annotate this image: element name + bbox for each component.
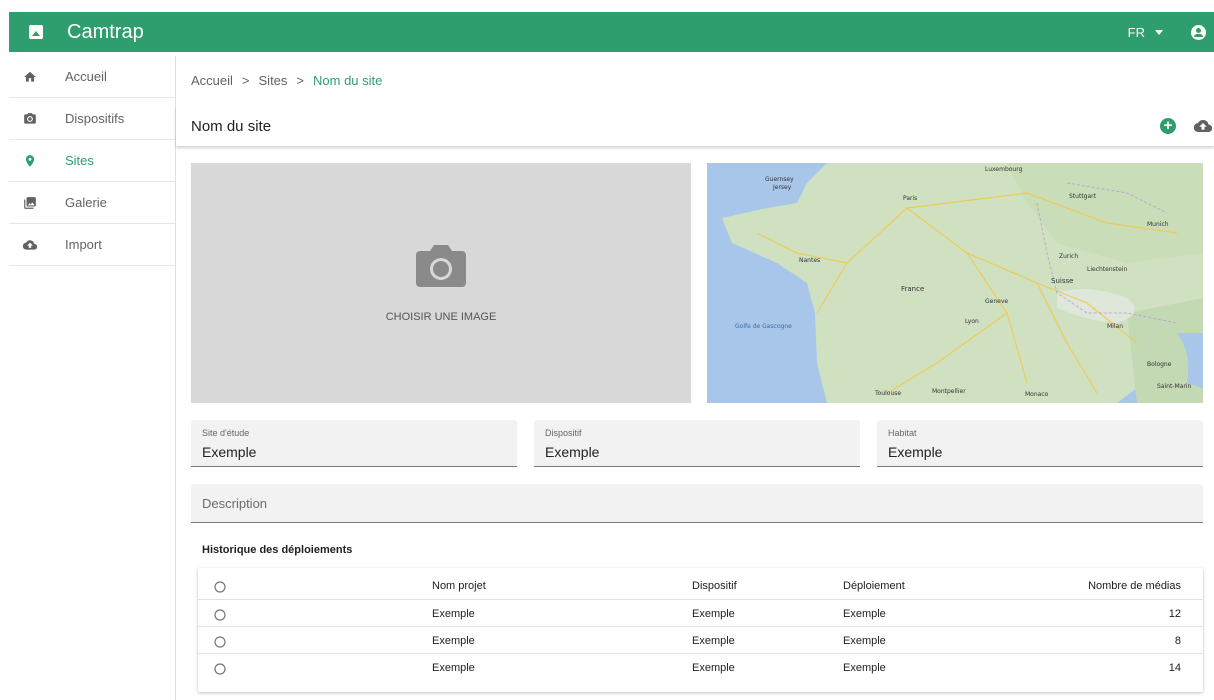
map-label: Suisse [1051,277,1073,285]
cloud-upload-icon [1194,120,1212,133]
account-icon[interactable] [1191,24,1206,40]
habitat-field[interactable]: Habitat Exemple [877,420,1203,467]
column-header[interactable]: Nom projet [432,580,486,592]
site-field-value: Exemple [202,444,257,460]
page-title: Nom du site [191,117,272,135]
page-title-bar: Nom du site + [176,106,1214,146]
language-label: FR [1127,24,1145,40]
breadcrumb-item-sites[interactable]: Sites [259,73,288,88]
map-label: Guernsey [765,176,794,183]
add-button[interactable]: + [1160,118,1176,134]
map-label: Geneve [985,298,1008,305]
map-label: Liechtenstein [1087,266,1127,273]
sidebar-item-dispositifs[interactable]: Dispositifs [9,98,175,140]
device-field[interactable]: Dispositif Exemple [534,420,860,467]
map-label: Montpellier [932,388,966,395]
device-field-label: Dispositif [545,428,582,438]
map-label: Saint-Marin [1157,383,1191,390]
camera-icon [23,112,37,126]
site-field[interactable]: Site d'étude Exemple [191,420,517,467]
cell-deployment: Exemple [843,635,886,647]
map-label: Paris [903,195,917,202]
gallery-icon [23,196,37,210]
cloud-upload-icon [23,238,37,252]
cell-deployment: Exemple [843,608,886,620]
cell-device: Exemple [692,608,735,620]
map-label: Milan [1107,323,1123,330]
cell-device: Exemple [692,635,735,647]
map-label: Toulouse [874,390,901,397]
sidebar-item-label: Accueil [65,69,107,84]
description-field[interactable]: Description [191,484,1203,523]
map-label: Luxembourg [985,166,1023,173]
breadcrumb-item-current: Nom du site [313,73,383,88]
map-label: Zurich [1059,253,1078,260]
map-canvas: Luxembourg Guernsey Jersey Paris Stuttga… [707,163,1203,403]
sidebar-item-sites[interactable]: Sites [9,140,175,182]
table-row[interactable]: Exemple Exemple Exemple 8 [198,626,1203,654]
radio-icon[interactable] [213,608,227,625]
sidebar-item-label: Sites [65,153,94,168]
camera-icon [416,245,466,287]
radio-icon[interactable] [213,635,227,652]
sidebar-item-label: Dispositifs [65,111,125,126]
caret-down-icon [1155,29,1163,35]
sidebar-item-import[interactable]: Import [9,224,175,266]
sidebar-item-galerie[interactable]: Galerie [9,182,175,224]
home-icon [23,70,37,84]
sidebar-item-accueil[interactable]: Accueil [9,56,175,98]
map-label: France [901,285,924,293]
map-label: Nantes [799,257,820,264]
image-chooser[interactable]: CHOISIR UNE IMAGE [191,163,691,403]
site-field-label: Site d'étude [202,428,250,438]
column-header[interactable]: Dispositif [692,580,737,592]
column-header[interactable]: Déploiement [843,580,905,592]
breadcrumb: Accueil > Sites > Nom du site [191,73,382,88]
cell-project: Exemple [432,635,475,647]
breadcrumb-separator: > [296,73,305,88]
top-app-bar: Camtrap FR [9,12,1214,52]
breadcrumb-separator: > [241,73,250,88]
cell-project: Exemple [432,608,475,620]
image-icon [29,25,43,39]
column-header[interactable]: Nombre de médias [1088,580,1181,592]
sidebar-item-label: Import [65,237,102,252]
main-content: Accueil > Sites > Nom du site Nom du sit… [176,56,1214,700]
cell-media-count: 12 [1168,608,1181,620]
map-label: Bologne [1147,361,1172,368]
map-label: Munich [1147,221,1169,228]
app-title: Camtrap [67,20,144,43]
sidebar-item-label: Galerie [65,195,107,210]
map-label: Golfe de Gascogne [735,323,792,330]
cell-media-count: 8 [1174,635,1181,647]
location-pin-icon [23,154,37,168]
breadcrumb-item-accueil[interactable]: Accueil [191,73,233,88]
cell-device: Exemple [692,662,735,674]
device-field-value: Exemple [545,444,600,460]
plus-icon: + [1163,117,1173,134]
table-row[interactable]: Exemple Exemple Exemple 12 [198,599,1203,627]
language-selector[interactable]: FR [1128,25,1163,40]
radio-icon[interactable] [213,662,227,679]
table-header-row: Nom projet Dispositif Déploiement Nombre… [198,572,1203,599]
map-label: Stuttgart [1069,193,1097,200]
deployments-table: Nom projet Dispositif Déploiement Nombre… [198,568,1203,692]
sidebar: Accueil Dispositifs Sites Galerie Import [9,56,176,700]
site-map[interactable]: Luxembourg Guernsey Jersey Paris Stuttga… [707,163,1203,403]
cell-deployment: Exemple [843,662,886,674]
choose-image-label: CHOISIR UNE IMAGE [385,311,497,323]
map-label: Monaco [1025,391,1049,398]
description-placeholder: Description [202,496,268,511]
habitat-field-value: Exemple [888,444,943,460]
cloud-upload-button[interactable] [1194,117,1212,135]
map-label: Jersey [772,184,792,191]
history-title: Historique des déploiements [202,544,353,556]
table-row[interactable]: Exemple Exemple Exemple 14 [198,653,1203,681]
map-label: Lyon [965,318,979,325]
cell-project: Exemple [432,662,475,674]
cell-media-count: 14 [1168,662,1181,674]
habitat-field-label: Habitat [888,428,917,438]
radio-icon[interactable] [213,580,227,597]
